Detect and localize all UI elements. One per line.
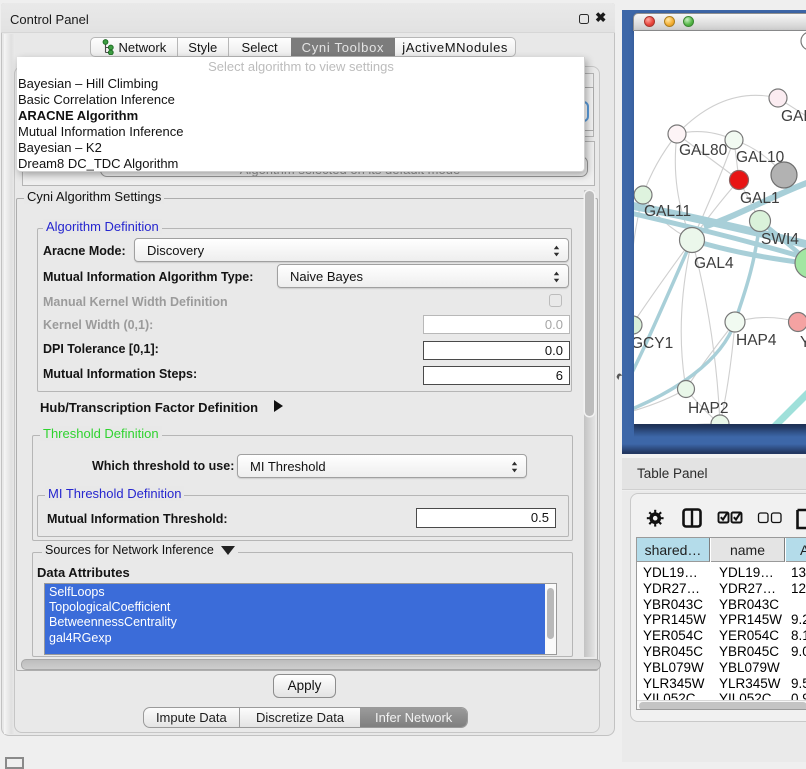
svg-text:GAL7: GAL7 [781,108,806,125]
svg-text:GAL4: GAL4 [694,255,734,272]
svg-text:GCY1: GCY1 [634,335,673,352]
svg-text:GAL11: GAL11 [644,203,691,220]
svg-text:GAL80: GAL80 [679,142,728,159]
svg-text:SWI4: SWI4 [761,231,799,248]
svg-text:HAP4: HAP4 [736,332,777,349]
svg-text:GAL10: GAL10 [736,149,785,166]
svg-text:YM: YM [800,334,806,351]
svg-text:HAP2: HAP2 [688,400,729,417]
svg-text:GAL1: GAL1 [740,190,780,207]
